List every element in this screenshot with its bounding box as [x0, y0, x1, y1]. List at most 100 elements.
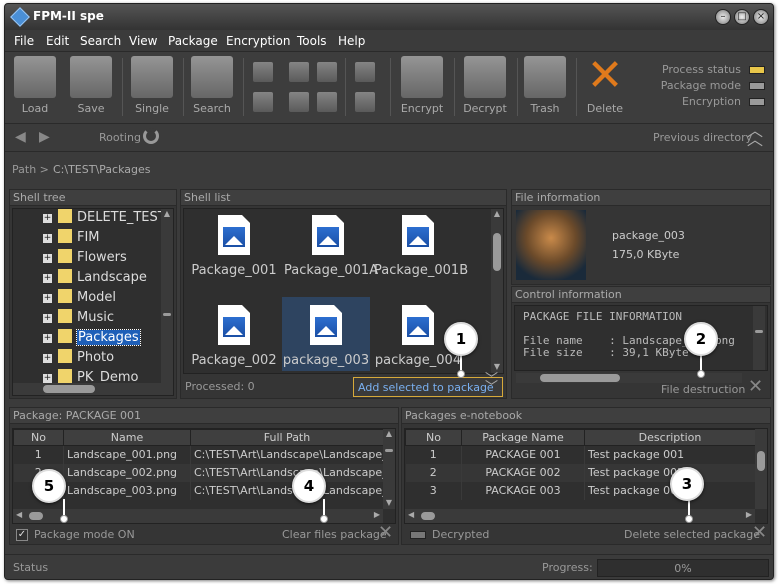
file-destruction-x-icon[interactable]: ✕ [748, 376, 763, 397]
tree-vscrollbar[interactable]: ▲ [161, 209, 173, 383]
control-info-title: Control information [512, 287, 770, 303]
checklist-icon[interactable] [355, 62, 375, 82]
folder-icon[interactable] [289, 62, 309, 82]
path-value[interactable]: C:\TEST\Packages [53, 163, 151, 176]
menu-file[interactable]: File [14, 34, 34, 48]
tree-item[interactable]: + Model [43, 289, 116, 309]
folder-icon [58, 209, 72, 223]
save-icon [70, 56, 112, 98]
file-info-title: File information [512, 190, 770, 206]
delete-button[interactable]: ✕ Delete [583, 54, 627, 120]
file-item[interactable]: Package_001B [374, 209, 468, 278]
tree-item[interactable]: + PK_Demo [43, 369, 139, 383]
maximize-button[interactable]: □ [734, 9, 750, 25]
tree-item[interactable]: + Music [43, 309, 114, 329]
app-window: FPM-II spe – □ × File Edit Search View P… [4, 3, 774, 580]
file-info-size: 175,0 KByte [612, 248, 680, 261]
col-full-path[interactable]: Full Path [190, 429, 384, 446]
copy-icon[interactable] [253, 62, 273, 82]
tree-item[interactable]: + FIM [43, 229, 100, 249]
load-button[interactable]: Load [13, 56, 57, 120]
progress-bar: 0% [597, 559, 769, 577]
decrypt-button[interactable]: Decrypt [460, 56, 510, 120]
col-name[interactable]: Name [63, 429, 191, 446]
encrypt-button[interactable]: Encrypt [398, 56, 446, 120]
chevron-up-icon[interactable]: ︿ ︿ [747, 123, 763, 148]
list-vscrollbar[interactable]: ▲ ▼ [491, 209, 503, 373]
table-row[interactable]: 1 PACKAGE 001 Test package 001 [405, 445, 756, 464]
col-no[interactable]: No [405, 429, 462, 446]
shell-tree-panel: Shell tree + DELETE_TEST + FIM + Flowers + L… [9, 189, 177, 399]
grid-icon[interactable] [317, 92, 337, 112]
status-bar: Status Progress: 0% [5, 554, 773, 579]
tree-item[interactable]: + Landscape [43, 269, 147, 289]
callout-3: 3 [670, 467, 704, 501]
search-button[interactable]: Search [190, 56, 234, 120]
menu-package[interactable]: Package [168, 34, 218, 48]
recycle-icon [524, 56, 566, 98]
folder-icon [58, 269, 72, 283]
menu-help[interactable]: Help [338, 34, 365, 48]
clear-files-label[interactable]: Clear files package [282, 528, 387, 541]
previous-directory-label[interactable]: Previous directory [653, 131, 752, 144]
close-button[interactable]: × [753, 9, 769, 25]
col-no[interactable]: No [13, 429, 64, 446]
forward-arrow-icon[interactable]: ▶ [39, 129, 50, 145]
minimize-button[interactable]: – [715, 9, 731, 25]
tree-item-selected[interactable]: + Packages [43, 329, 141, 349]
control-vscrollbar[interactable] [753, 306, 765, 370]
file-destruction-label[interactable]: File destruction [661, 383, 745, 396]
menu-bar: File Edit Search View Package Encryption… [5, 30, 773, 52]
delete-selected-package-label[interactable]: Delete selected package [624, 528, 760, 541]
menu-search[interactable]: Search [80, 34, 121, 48]
package-mode-checkbox[interactable]: ✓ [16, 529, 28, 541]
shell-list-title: Shell list [181, 190, 506, 206]
tree-item[interactable]: + DELETE_TEST [43, 209, 166, 229]
enotebook-hscrollbar[interactable]: ◀ ▶ [405, 509, 755, 523]
file-item[interactable]: Package_002 [190, 299, 278, 368]
tree-hscrollbar[interactable] [13, 383, 173, 395]
package-panel: Package: PACKAGE 001 No Name Full Path 1… [9, 407, 399, 545]
table-row[interactable]: 1 Landscape_001.png C:\TEST\Art\Landscape\… [13, 445, 384, 464]
tree-item[interactable]: + Flowers [43, 249, 127, 269]
table-row[interactable]: 2Landscape_002.pngC:\TEST\Art\Landscape\… [13, 463, 384, 482]
menu-view[interactable]: View [129, 34, 157, 48]
add-selected-button[interactable]: Add selected to package ﹀ ﹀ [353, 373, 503, 397]
delete-package-x-icon[interactable]: ✕ [752, 522, 767, 543]
key-icon [464, 56, 506, 98]
expand-icon: + [43, 273, 52, 283]
callout-4: 4 [292, 469, 326, 503]
file-item[interactable]: Package_001A [284, 209, 378, 278]
menu-encryption[interactable]: Encryption [226, 34, 290, 48]
control-info-panel: Control information PACKAGE FILE INFORMA… [511, 286, 771, 399]
save-button[interactable]: Save [69, 56, 113, 120]
single-button[interactable]: Single [130, 56, 174, 120]
trash-button[interactable]: Trash [523, 56, 567, 120]
clear-files-x-icon[interactable]: ✕ [378, 522, 393, 543]
table-row[interactable]: 3Landscape_003.pngC:\TEST\Art\Landscape\… [13, 481, 384, 500]
expand-icon: + [43, 333, 52, 343]
file-item[interactable]: Package_001 [190, 209, 278, 278]
add-file-icon[interactable] [253, 92, 273, 112]
file-item-selected[interactable]: package_003 [282, 297, 370, 371]
control-hscrollbar[interactable] [516, 373, 742, 383]
enotebook-vscrollbar[interactable] [755, 429, 767, 509]
menu-edit[interactable]: Edit [46, 34, 69, 48]
drive-icon[interactable] [355, 92, 375, 112]
col-description[interactable]: Description [584, 429, 756, 446]
package-vscrollbar[interactable]: ▲ ▼ [383, 429, 395, 509]
image-file-icon [402, 215, 434, 255]
path-label: Path > [12, 163, 49, 176]
rooting-refresh-icon[interactable] [143, 128, 159, 144]
back-arrow-icon[interactable]: ◀ [15, 129, 26, 145]
shell-tree-title: Shell tree [10, 190, 176, 206]
col-package-name[interactable]: Package Name [461, 429, 585, 446]
expand-icon: + [43, 293, 52, 303]
file-preview-image [516, 210, 586, 280]
folder-icon [58, 349, 72, 363]
menu-tools[interactable]: Tools [297, 34, 327, 48]
disk-icon[interactable] [317, 62, 337, 82]
tools-icon[interactable] [289, 92, 309, 112]
enotebook-table: No Package Name Description 1 PACKAGE 001… [404, 428, 768, 524]
tree-item[interactable]: + Photo [43, 349, 114, 369]
